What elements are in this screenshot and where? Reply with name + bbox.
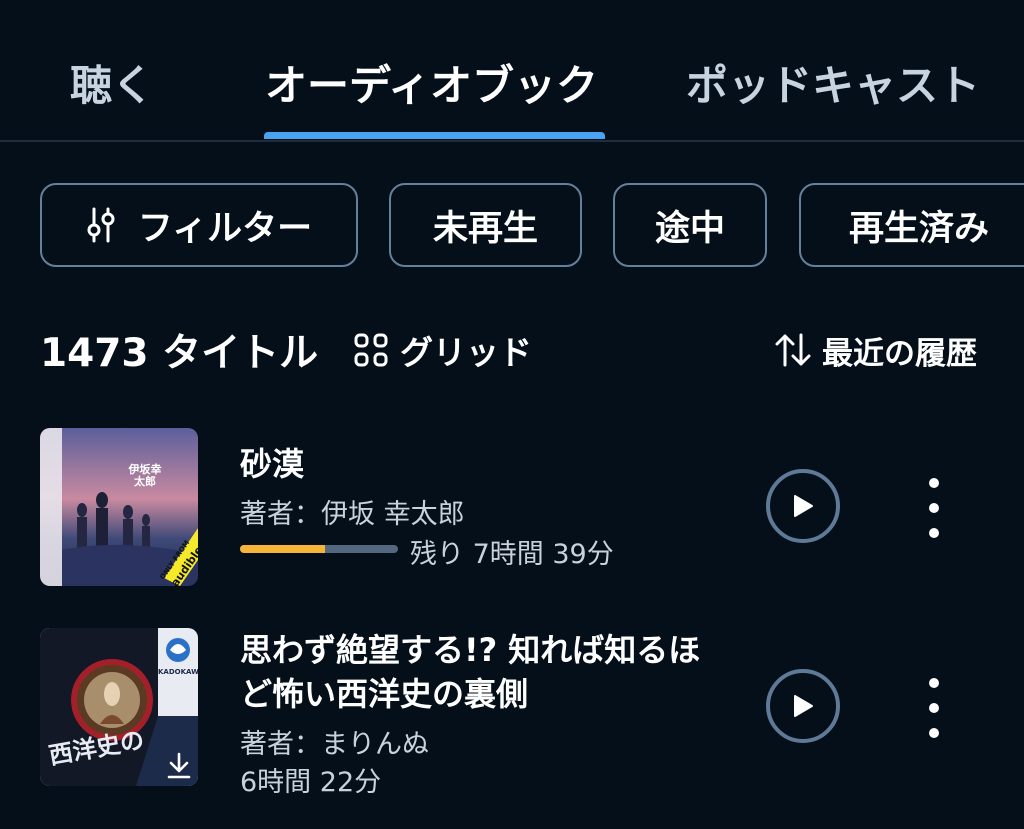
item-title-line-1: 思わず絶望する!? 知れば知るほ bbox=[240, 631, 701, 669]
filter-button[interactable]: フィルター bbox=[40, 183, 358, 267]
unplayed-filter-chip[interactable]: 未再生 bbox=[389, 183, 582, 267]
more-options-button[interactable] bbox=[916, 478, 952, 538]
item-title[interactable]: 思わず絶望する!? 知れば知るほ ど怖い西洋史の裏側 bbox=[240, 628, 700, 716]
cover-author-text: 伊坂幸太郎 bbox=[128, 463, 162, 488]
book-cover[interactable]: 伊坂幸太郎 ONLY FROM audible bbox=[40, 428, 198, 586]
progress-fill bbox=[240, 545, 326, 553]
list-item[interactable]: 西洋史の KADOKAWA 思わず絶望する!? 知れば知るほ ど怖い西洋史の裏側… bbox=[0, 628, 1024, 798]
grid-view-toggle[interactable]: グリッド bbox=[354, 322, 532, 378]
item-title[interactable]: 砂漠 bbox=[240, 442, 304, 486]
finished-filter-chip[interactable]: 再生済み bbox=[799, 183, 1024, 267]
sliders-icon bbox=[87, 207, 115, 243]
item-title-line-2: ど怖い西洋史の裏側 bbox=[240, 675, 529, 713]
title-count: 1473 タイトル bbox=[40, 331, 319, 376]
library-tabs: 聴く オーディオブック ポッドキャスト bbox=[0, 0, 1024, 142]
play-button[interactable] bbox=[766, 469, 840, 543]
play-icon bbox=[794, 495, 813, 517]
in-progress-filter-chip[interactable]: 途中 bbox=[613, 183, 767, 267]
item-author: 著者：まりんぬ bbox=[240, 729, 429, 760]
sort-arrows-icon bbox=[775, 333, 811, 367]
sort-button[interactable]: 最近の履歴 bbox=[774, 322, 977, 378]
active-tab-indicator bbox=[264, 132, 605, 139]
list-item[interactable]: 伊坂幸太郎 ONLY FROM audible 砂漠 著者：伊坂 幸太郎 残り … bbox=[0, 428, 1024, 588]
item-author: 著者：伊坂 幸太郎 bbox=[240, 499, 465, 530]
grid-icon bbox=[354, 333, 388, 367]
more-vertical-icon bbox=[929, 478, 939, 488]
tab-audiobooks[interactable]: オーディオブック bbox=[265, 52, 598, 113]
more-options-button[interactable] bbox=[916, 678, 952, 738]
cover-publisher: KADOKAWA bbox=[158, 668, 198, 676]
tab-podcasts[interactable]: ポッドキャスト bbox=[686, 52, 980, 113]
item-duration: 6時間 22分 bbox=[240, 767, 382, 798]
download-icon bbox=[167, 752, 191, 779]
time-remaining: 残り 7時間 39分 bbox=[410, 539, 614, 570]
play-icon bbox=[794, 695, 813, 717]
sort-label: 最近の履歴 bbox=[822, 335, 977, 372]
more-vertical-icon bbox=[929, 678, 939, 688]
progress-bar bbox=[240, 545, 398, 553]
filter-label: フィルター bbox=[137, 208, 313, 249]
tab-listen[interactable]: 聴く bbox=[70, 52, 154, 113]
book-cover[interactable]: 西洋史の KADOKAWA bbox=[40, 628, 198, 786]
play-button[interactable] bbox=[766, 669, 840, 743]
grid-label: グリッド bbox=[400, 333, 532, 372]
